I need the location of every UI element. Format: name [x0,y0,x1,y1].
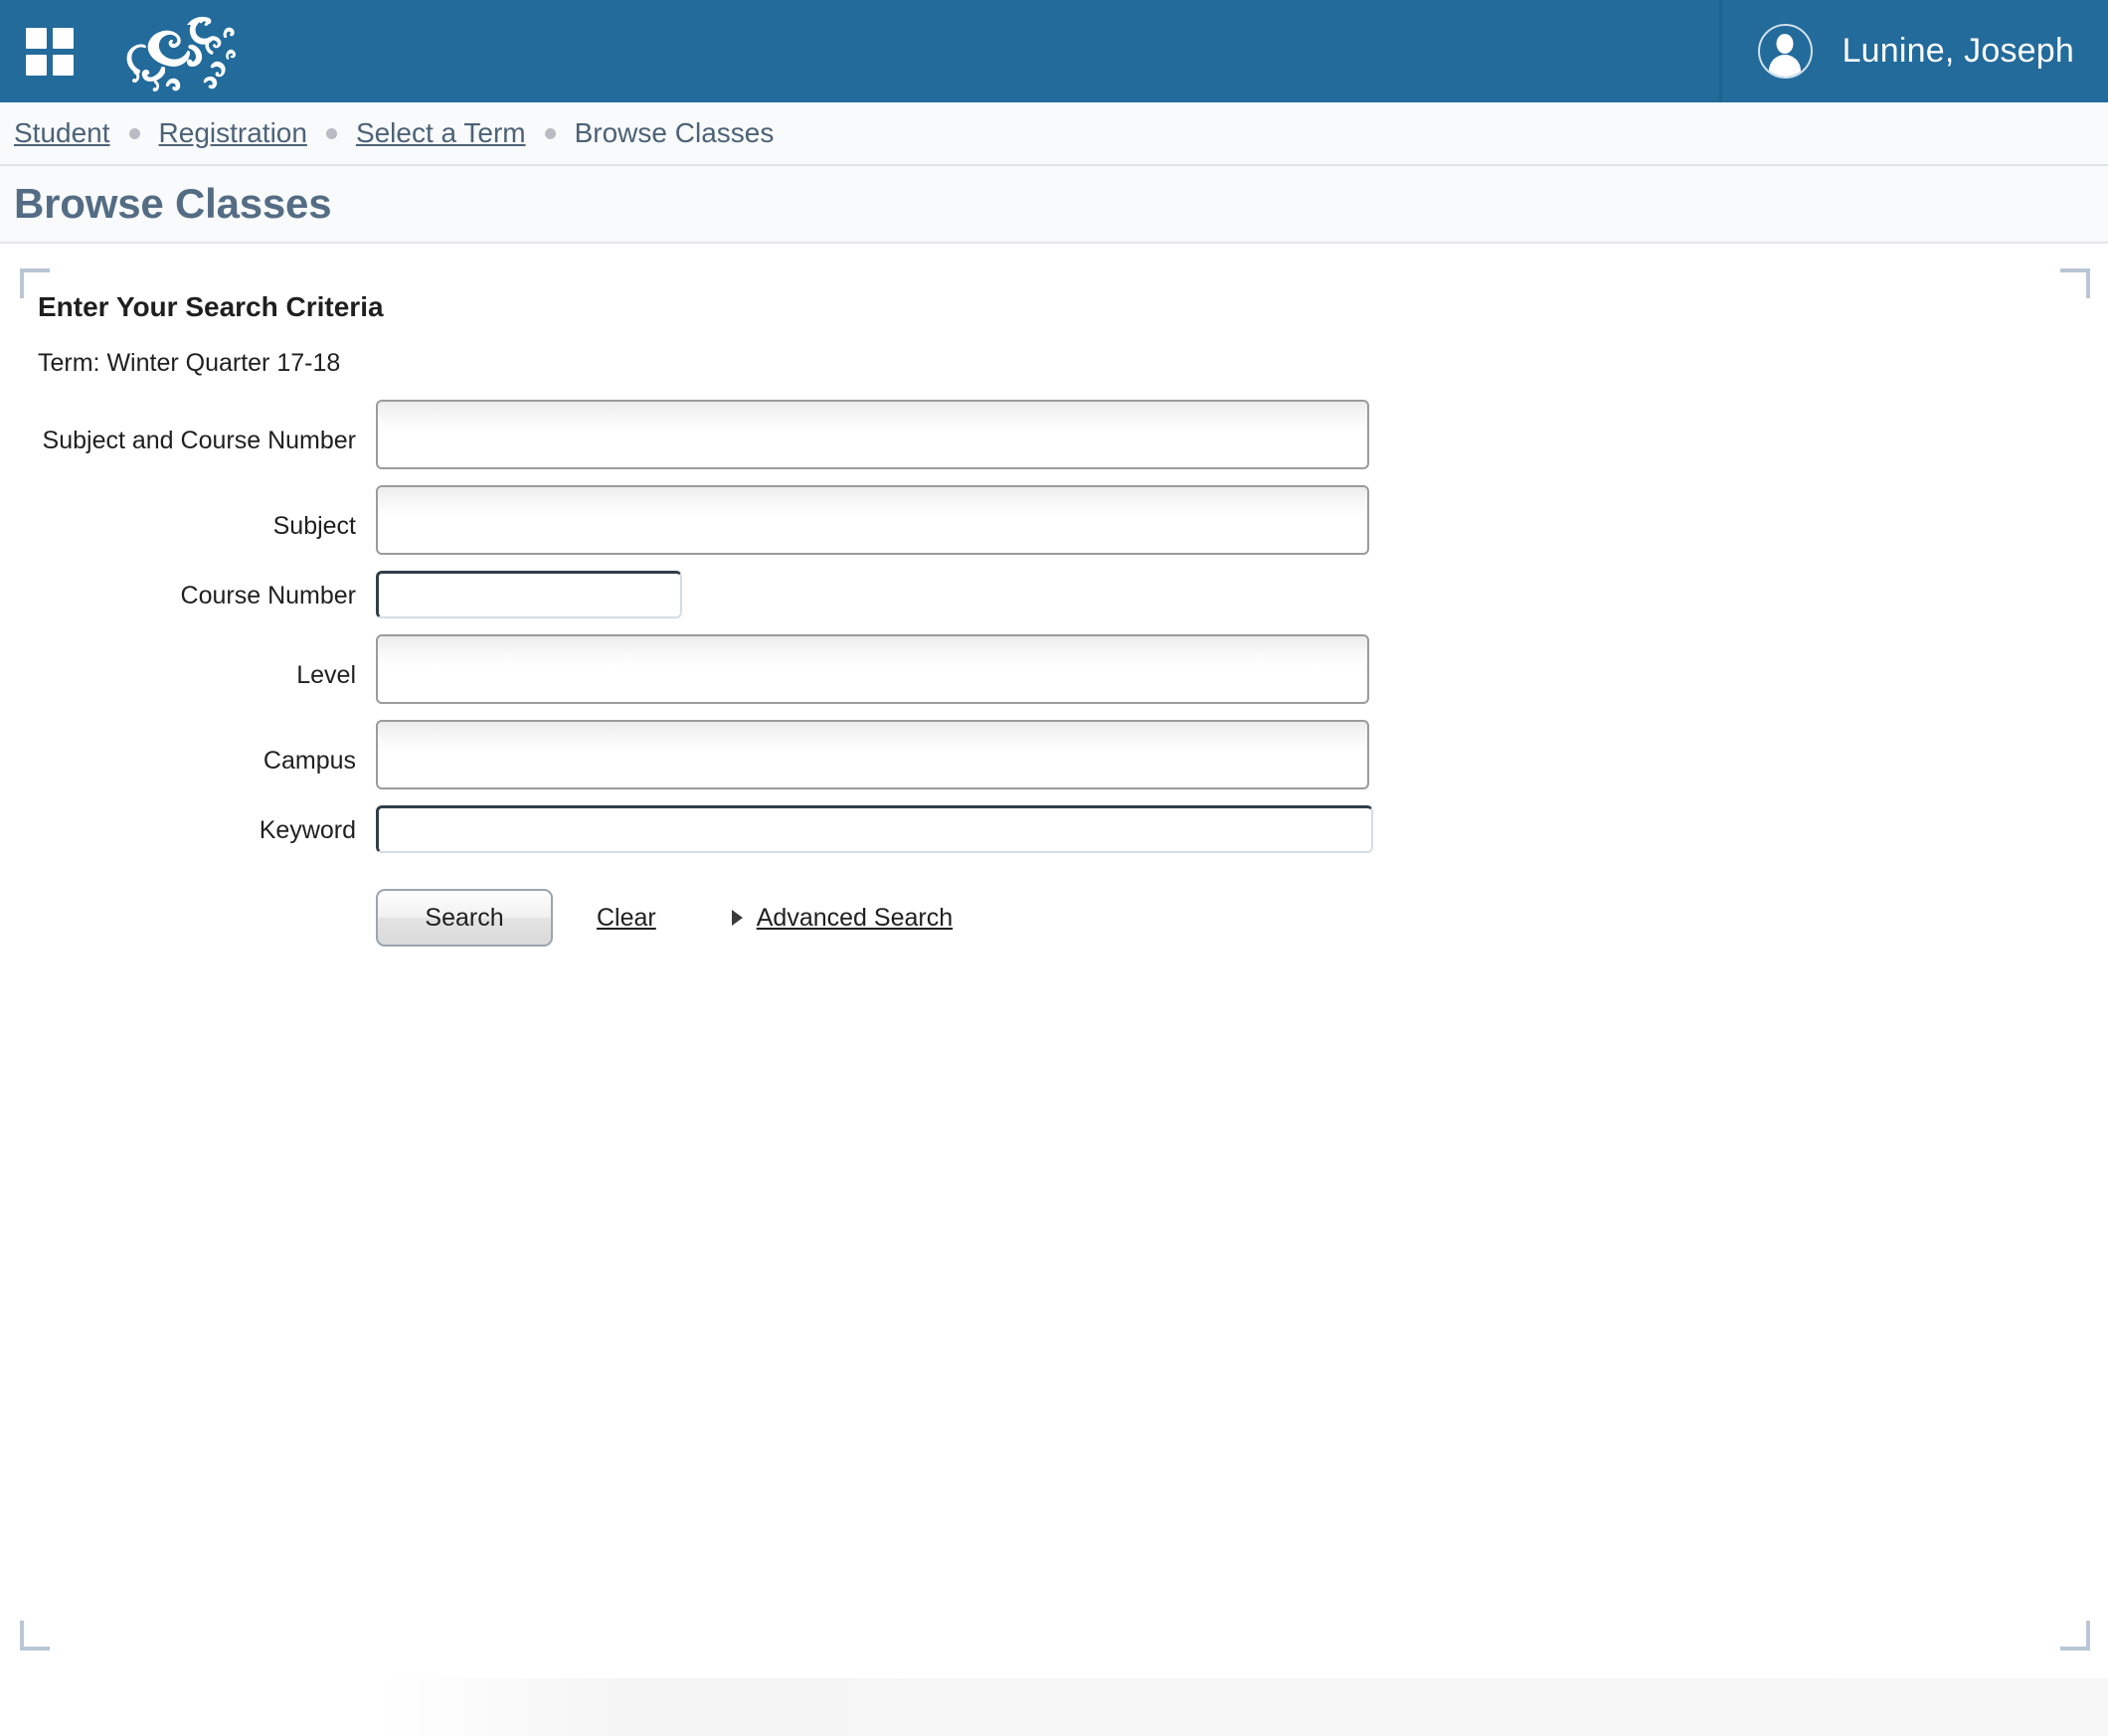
breadcrumb-separator-dot [326,128,337,139]
user-avatar-icon [1758,24,1813,79]
subject-input[interactable] [376,485,1369,555]
label-subject-and-course-number: Subject and Course Number [38,400,376,455]
page-title-bar: Browse Classes [0,166,2108,244]
keyword-input[interactable] [376,805,1373,853]
label-course-number: Course Number [38,571,376,610]
breadcrumb-item-student[interactable]: Student [14,117,110,149]
panel-corner-bottom-right [2060,1621,2090,1650]
breadcrumb: Student Registration Select a Term Brows… [0,102,2108,166]
advanced-search-toggle[interactable]: Advanced Search [732,904,953,933]
caret-right-icon [732,910,743,926]
waffle-square-1 [26,28,47,49]
waffle-square-4 [53,55,74,76]
label-keyword: Keyword [38,805,376,845]
form-row-level: Level [38,634,2108,704]
course-number-input[interactable] [376,571,682,618]
level-input[interactable] [376,634,1369,704]
page-title: Browse Classes [14,180,331,228]
search-actions: Search Clear Advanced Search [38,889,2108,947]
search-criteria-heading: Enter Your Search Criteria [38,291,2108,323]
clear-link[interactable]: Clear [597,904,656,933]
breadcrumb-item-registration[interactable]: Registration [159,117,307,149]
form-row-campus: Campus [38,720,2108,789]
label-campus: Campus [38,720,376,776]
avatar-head [1777,34,1794,54]
breadcrumb-separator-dot [545,128,556,139]
form-row-subject-and-course-number: Subject and Course Number [38,400,2108,469]
panel-corner-bottom-left [20,1621,50,1650]
breadcrumb-item-browse-classes: Browse Classes [575,117,775,149]
grid-waffle-icon[interactable] [26,28,74,76]
form-row-keyword: Keyword [38,805,2108,853]
advanced-search-label: Advanced Search [757,904,953,933]
waffle-square-2 [53,28,74,49]
subject-and-course-number-input[interactable] [376,400,1369,469]
breadcrumb-separator-dot [129,128,140,139]
app-header: Lunine, Joseph [0,0,2108,102]
search-button[interactable]: Search [376,889,553,947]
horizontal-scrollbar-strip[interactable] [378,1678,2108,1736]
user-name-label: Lunine, Joseph [1843,32,2074,71]
breadcrumb-item-select-a-term[interactable]: Select a Term [356,117,526,149]
form-row-course-number: Course Number [38,571,2108,618]
term-label: Term: Winter Quarter 17-18 [38,349,2108,378]
form-row-subject: Subject [38,485,2108,555]
campus-input[interactable] [376,720,1369,789]
search-form: Subject and Course Number Subject Course… [38,400,2108,947]
avatar-body [1769,55,1801,79]
search-criteria-panel: Enter Your Search Criteria Term: Winter … [0,244,2108,1636]
label-level: Level [38,634,376,690]
waffle-square-3 [26,55,47,76]
label-subject: Subject [38,485,376,541]
user-menu[interactable]: Lunine, Joseph [1719,0,2108,102]
dragon-logo[interactable] [105,6,274,97]
